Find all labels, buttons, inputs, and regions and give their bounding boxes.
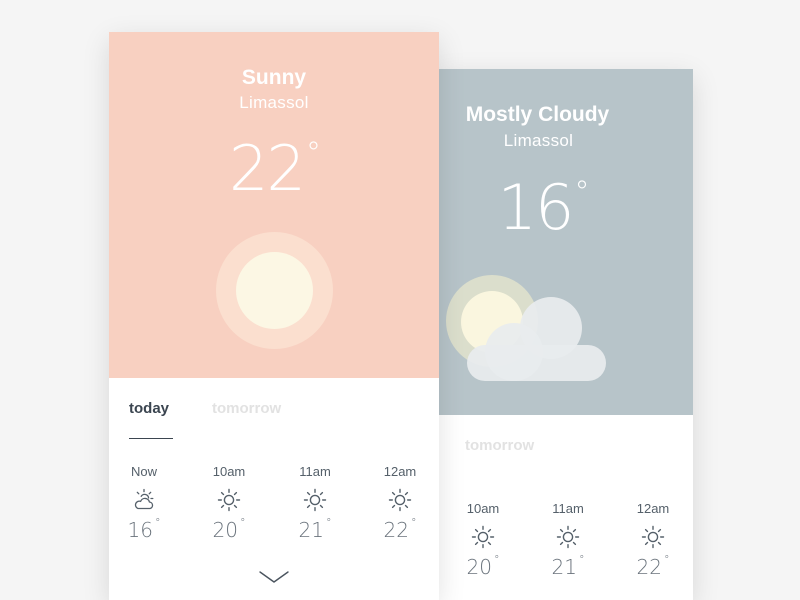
sun-icon bbox=[217, 488, 241, 512]
sun-icon bbox=[303, 488, 327, 512]
current-temperature: 22° bbox=[109, 132, 439, 205]
weather-hero: Mostly Cloudy Limassol 16° bbox=[438, 69, 693, 415]
hour-temperature: 20 ° bbox=[212, 516, 246, 542]
chevron-down-icon[interactable] bbox=[259, 570, 289, 586]
hour-item: 12am 22 ° bbox=[623, 501, 683, 579]
hour-item: 10am 20 ° bbox=[199, 464, 259, 542]
tab-tomorrow[interactable]: tomorrow bbox=[465, 437, 534, 454]
hour-item: 11am 21 ° bbox=[538, 501, 598, 579]
hour-item: 10am 20 ° bbox=[453, 501, 513, 579]
sun-icon bbox=[556, 525, 580, 549]
temperature-value: 16 bbox=[497, 171, 575, 244]
hour-item: 12am 22 ° bbox=[370, 464, 430, 542]
city-name: Limassol bbox=[239, 93, 309, 112]
weather-card-sunny: Sunny Limassol 22° today tomorrow Now 16… bbox=[109, 32, 439, 600]
hour-time: 12am bbox=[383, 464, 417, 479]
cloud-illustration bbox=[467, 297, 608, 383]
condition-title: Mostly Cloudy bbox=[465, 103, 610, 126]
hour-time: 10am bbox=[466, 501, 500, 516]
hour-temperature: 22 ° bbox=[636, 553, 670, 579]
hour-time: 10am bbox=[212, 464, 246, 479]
hour-item: 11am 21 ° bbox=[285, 464, 345, 542]
sun-illustration bbox=[236, 252, 313, 329]
day-tabs: today tomorrow bbox=[109, 378, 439, 439]
tab-today[interactable]: today bbox=[129, 400, 169, 417]
active-tab-indicator bbox=[129, 438, 173, 439]
hour-temperature: 16 ° bbox=[127, 516, 161, 542]
partly-cloudy-icon bbox=[134, 488, 154, 510]
weather-hero: Sunny Limassol 22° bbox=[109, 32, 439, 378]
temperature-value: 22 bbox=[229, 132, 306, 205]
hour-time: Now bbox=[130, 464, 157, 479]
hour-temperature: 20 ° bbox=[466, 553, 500, 579]
hour-item: Now 16 ° bbox=[114, 464, 174, 542]
sun-icon bbox=[388, 488, 412, 512]
weather-card-mostly-cloudy: Mostly Cloudy Limassol 16° tomorrow 10am… bbox=[438, 69, 693, 600]
degree-symbol: ° bbox=[305, 136, 321, 171]
hour-temperature: 21 ° bbox=[551, 553, 585, 579]
day-tabs: tomorrow bbox=[438, 415, 693, 475]
city-name: Limassol bbox=[503, 131, 574, 150]
hour-temperature: 22 ° bbox=[383, 516, 417, 542]
sun-icon bbox=[471, 525, 495, 549]
hour-time: 11am bbox=[299, 464, 331, 479]
condition-title: Sunny bbox=[241, 66, 307, 89]
hour-time: 12am bbox=[636, 501, 670, 516]
degree-symbol: ° bbox=[574, 175, 589, 210]
tab-tomorrow[interactable]: tomorrow bbox=[212, 400, 281, 417]
hour-time: 11am bbox=[552, 501, 584, 516]
sun-icon bbox=[641, 525, 665, 549]
current-temperature: 16° bbox=[438, 171, 670, 244]
hour-temperature: 21 ° bbox=[298, 516, 332, 542]
